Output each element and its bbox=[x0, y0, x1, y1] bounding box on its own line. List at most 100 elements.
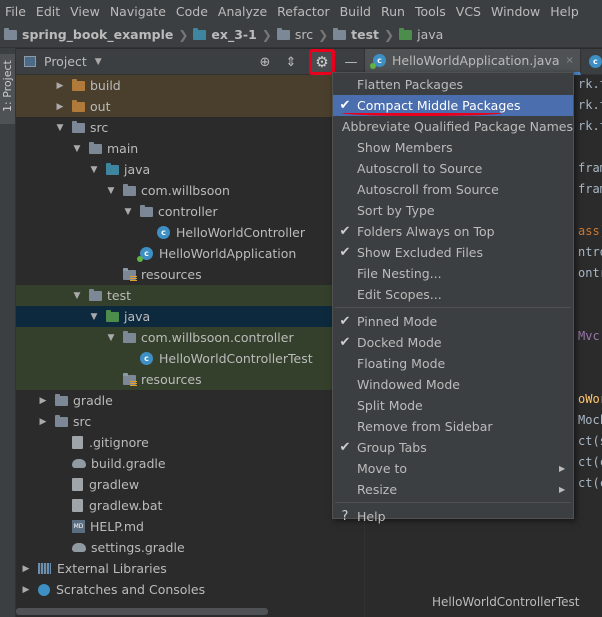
project-view-selector[interactable]: Project ▼ bbox=[16, 54, 102, 69]
breadcrumb-item-java[interactable]: java bbox=[399, 27, 443, 42]
tree-item-gitignore[interactable]: .gitignore bbox=[16, 432, 364, 453]
menu-build[interactable]: Build bbox=[335, 4, 376, 19]
tree-item-gradlew[interactable]: gradlew bbox=[16, 474, 364, 495]
tree-item-helloworldcontroller[interactable]: c HelloWorldController bbox=[16, 222, 364, 243]
menu-item-remove-from-sidebar[interactable]: Remove from Sidebar bbox=[333, 416, 573, 437]
tree-item-java[interactable]: ▼ java bbox=[16, 306, 364, 327]
tree-item-com-willbsoon-controller[interactable]: ▼ com.willbsoon.controller bbox=[16, 327, 364, 348]
menu-item-split-mode[interactable]: Split Mode bbox=[333, 395, 573, 416]
tree-item-help-md[interactable]: MD HELP.md bbox=[16, 516, 364, 537]
menu-navigate[interactable]: Navigate bbox=[105, 4, 171, 19]
menu-item-autoscroll-to-source[interactable]: Autoscroll to Source bbox=[333, 158, 573, 179]
breadcrumb-item-test[interactable]: test bbox=[333, 27, 379, 42]
file-icon bbox=[72, 436, 83, 449]
menu-item-autoscroll-from-source[interactable]: Autoscroll from Source bbox=[333, 179, 573, 200]
menu-item-resize[interactable]: Resize ▶ bbox=[333, 479, 573, 500]
tree-item-resources[interactable]: resources bbox=[16, 369, 364, 390]
menu-edit[interactable]: Edit bbox=[31, 4, 65, 19]
menu-file[interactable]: File bbox=[0, 4, 31, 19]
folder-icon bbox=[89, 141, 102, 154]
tree-item-src[interactable]: ▶ src bbox=[16, 411, 364, 432]
menu-run[interactable]: Run bbox=[376, 4, 410, 19]
tree-item-controller[interactable]: ▼ controller bbox=[16, 201, 364, 222]
chevron-right-icon[interactable]: ▶ bbox=[20, 585, 32, 595]
menu-item-sort-by-type[interactable]: Sort by Type bbox=[333, 200, 573, 221]
tab-helloworldapplication[interactable]: c HelloWorldApplication.java × bbox=[365, 48, 581, 75]
menu-window[interactable]: Window bbox=[486, 4, 545, 19]
scrollbar-thumb[interactable] bbox=[16, 608, 268, 615]
menu-item-pinned-mode[interactable]: ✔ Pinned Mode bbox=[333, 311, 573, 332]
chevron-down-icon[interactable]: ▼ bbox=[105, 333, 117, 343]
menu-item-abbreviate-qualified-package-names[interactable]: Abbreviate Qualified Package Names bbox=[333, 116, 573, 137]
horizontal-scrollbar[interactable] bbox=[16, 605, 364, 617]
menu-tools[interactable]: Tools bbox=[410, 4, 451, 19]
chevron-down-icon: ▼ bbox=[94, 56, 102, 67]
chevron-down-icon[interactable]: ▼ bbox=[71, 144, 83, 154]
chevron-right-icon[interactable]: ▶ bbox=[54, 81, 66, 91]
menu-item-show-excluded-files[interactable]: ✔ Show Excluded Files bbox=[333, 242, 573, 263]
menu-item-docked-mode[interactable]: ✔ Docked Mode bbox=[333, 332, 573, 353]
menu-refactor[interactable]: Refactor bbox=[272, 4, 334, 19]
tree-item-helloworldcontrollertest[interactable]: c HelloWorldControllerTest bbox=[16, 348, 364, 369]
tree-item-out[interactable]: ▶ out bbox=[16, 96, 364, 117]
chevron-right-icon[interactable]: ▶ bbox=[37, 417, 49, 427]
menu-item-windowed-mode[interactable]: Windowed Mode bbox=[333, 374, 573, 395]
breadcrumb-item-src[interactable]: src bbox=[276, 27, 313, 42]
chevron-right-icon[interactable]: ▶ bbox=[54, 102, 66, 112]
class-icon: c bbox=[157, 226, 170, 239]
tree-item-gradle[interactable]: ▶ gradle bbox=[16, 390, 364, 411]
code-line: ct(co bbox=[578, 476, 602, 490]
chevron-down-icon[interactable]: ▼ bbox=[88, 165, 100, 175]
tree-item-resources[interactable]: resources bbox=[16, 264, 364, 285]
menu-analyze[interactable]: Analyze bbox=[213, 4, 272, 19]
code-line: Mvc; bbox=[578, 329, 602, 343]
chevron-down-icon[interactable]: ▼ bbox=[105, 186, 117, 196]
tree-item-src[interactable]: ▼ src bbox=[16, 117, 364, 138]
chevron-down-icon[interactable]: ▼ bbox=[71, 291, 83, 301]
menu-item-move-to[interactable]: Move to ▶ bbox=[333, 458, 573, 479]
tree-item-com-willbsoon[interactable]: ▼ com.willbsoon bbox=[16, 180, 364, 201]
breadcrumb-item-module[interactable]: ex_3-1 bbox=[193, 27, 257, 42]
close-icon[interactable]: × bbox=[566, 55, 574, 66]
chevron-right-icon[interactable]: ▶ bbox=[20, 564, 32, 574]
tree-item-build-gradle[interactable]: build.gradle bbox=[16, 453, 364, 474]
breadcrumb: spring_book_example ❯ ex_3-1 ❯ src ❯ tes… bbox=[0, 22, 602, 48]
tree-item-build[interactable]: ▶ build bbox=[16, 75, 364, 96]
help-icon: ? bbox=[341, 509, 349, 524]
tree-item-main[interactable]: ▼ main bbox=[16, 138, 364, 159]
hide-icon[interactable]: — bbox=[342, 53, 360, 71]
chevron-down-icon[interactable]: ▼ bbox=[122, 207, 134, 217]
tree-item-label: HelloWorldController bbox=[176, 225, 305, 240]
menu-view[interactable]: View bbox=[65, 4, 105, 19]
project-tool-tab[interactable]: 1: Project bbox=[0, 54, 15, 124]
chevron-right-icon[interactable]: ▶ bbox=[37, 396, 49, 406]
tree-item-scratches-and-consoles[interactable]: ▶ Scratches and Consoles bbox=[16, 579, 364, 600]
folder-icon bbox=[333, 27, 347, 40]
menu-item-show-members[interactable]: Show Members bbox=[333, 137, 573, 158]
tree-item-settings-gradle[interactable]: settings.gradle bbox=[16, 537, 364, 558]
menu-item-floating-mode[interactable]: Floating Mode bbox=[333, 353, 573, 374]
project-icon bbox=[24, 56, 36, 67]
menu-help[interactable]: Help bbox=[545, 4, 584, 19]
menu-item-edit-scopes[interactable]: Edit Scopes... bbox=[333, 284, 573, 305]
tree-item-helloworldapplication[interactable]: c HelloWorldApplication bbox=[16, 243, 364, 264]
chevron-down-icon[interactable]: ▼ bbox=[88, 312, 100, 322]
collapse-all-icon[interactable]: ⇕ bbox=[282, 53, 300, 71]
tree-item-java[interactable]: ▼ java bbox=[16, 159, 364, 180]
chevron-down-icon[interactable]: ▼ bbox=[54, 123, 66, 133]
menu-code[interactable]: Code bbox=[171, 4, 213, 19]
menu-item-file-nesting[interactable]: File Nesting... bbox=[333, 263, 573, 284]
tree-item-gradlew-bat[interactable]: gradlew.bat bbox=[16, 495, 364, 516]
tab-helloworldcontrollertest[interactable]: c He bbox=[581, 49, 602, 75]
tree-item-test[interactable]: ▼ test bbox=[16, 285, 364, 306]
folder-icon bbox=[140, 204, 153, 217]
menu-vcs[interactable]: VCS bbox=[451, 4, 486, 19]
menu-item-group-tabs[interactable]: ✔ Group Tabs bbox=[333, 437, 573, 458]
class-icon: c bbox=[140, 352, 153, 365]
locate-icon[interactable]: ⊕ bbox=[256, 53, 274, 71]
menu-item-folders-always-on-top[interactable]: ✔ Folders Always on Top bbox=[333, 221, 573, 242]
breadcrumb-item-project[interactable]: spring_book_example bbox=[4, 27, 173, 42]
tree-item-external-libraries[interactable]: ▶ External Libraries bbox=[16, 558, 364, 579]
menu-item-help[interactable]: ? Help bbox=[333, 506, 573, 527]
menu-item-flatten-packages[interactable]: Flatten Packages bbox=[333, 74, 573, 95]
